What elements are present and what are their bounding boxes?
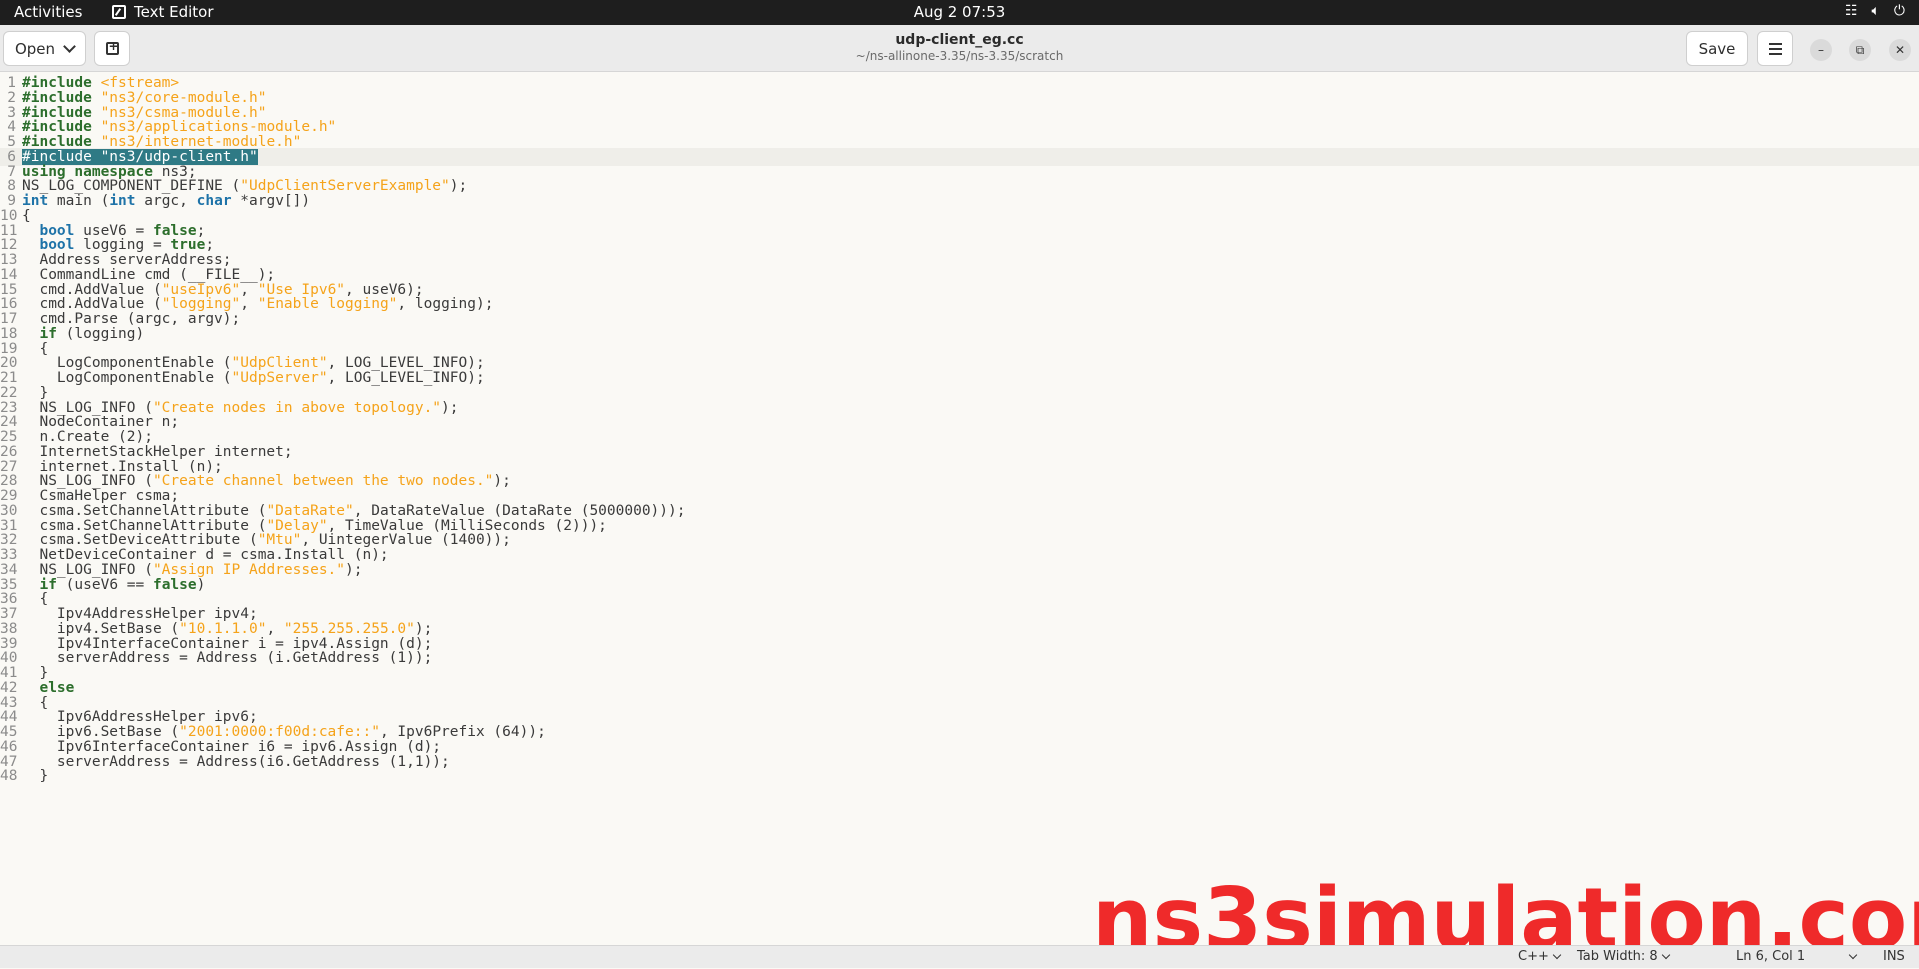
new-tab-icon xyxy=(105,39,119,55)
clock[interactable]: Aug 2 07:53 xyxy=(0,3,1919,21)
close-icon: ✕ xyxy=(1894,43,1906,57)
chevron-down-icon xyxy=(1848,950,1858,960)
save-button[interactable]: Save xyxy=(1686,31,1748,66)
app-name: Text Editor xyxy=(134,3,214,21)
header-bar: Open udp-client_eg.cc ~/ns-allinone-3.35… xyxy=(0,25,1919,72)
system-tray[interactable]: ☷ 🔈︎ ⏻ xyxy=(1845,3,1905,19)
restore-icon: ⧉ xyxy=(1855,42,1865,57)
cursor-position-label: Ln 6, Col 1 xyxy=(1736,949,1806,964)
insert-mode-label[interactable]: INS xyxy=(1883,949,1905,964)
open-button[interactable]: Open xyxy=(3,31,86,66)
file-name: udp-client_eg.cc xyxy=(895,32,1024,48)
text-editor-icon xyxy=(112,5,126,19)
maximize-button[interactable]: ⧉ xyxy=(1849,39,1871,61)
code-text[interactable]: } xyxy=(22,767,48,785)
minimize-button[interactable]: – xyxy=(1810,39,1832,61)
cursor-position-selector[interactable]: Ln 6, Col 1 xyxy=(1736,949,1858,964)
hamburger-icon xyxy=(1768,42,1782,45)
file-path: ~/ns-allinone-3.35/ns-3.35/scratch xyxy=(855,49,1064,63)
network-icon[interactable]: ☷ xyxy=(1845,3,1858,19)
activities-button[interactable]: Activities xyxy=(14,3,82,21)
main-menu-button[interactable] xyxy=(1757,31,1793,66)
chevron-down-icon xyxy=(1661,950,1670,960)
minimize-icon: – xyxy=(1818,43,1824,57)
line-number: 48 xyxy=(0,768,18,785)
chevron-down-icon xyxy=(1552,950,1562,960)
app-menu[interactable]: Text Editor xyxy=(112,3,214,21)
power-icon[interactable]: ⏻ xyxy=(1894,3,1905,19)
volume-icon[interactable]: 🔈︎ xyxy=(1872,3,1880,19)
language-selector[interactable]: C++ xyxy=(1518,949,1562,964)
code-line[interactable]: 48 } xyxy=(0,767,1919,785)
open-label: Open xyxy=(14,39,56,58)
status-bar: C++ Tab Width: 8 Ln 6, Col 1 INS xyxy=(0,945,1919,968)
new-tab-button[interactable] xyxy=(94,31,130,66)
gnome-top-bar: Activities Text Editor Aug 2 07:53 ☷ 🔈︎ … xyxy=(0,0,1919,25)
language-label: C++ xyxy=(1518,949,1549,964)
code-editor[interactable]: 1 #include <fstream> 2 #include "ns3/core-m… xyxy=(0,72,1919,945)
window-title: udp-client_eg.cc ~/ns-allinone-3.35/ns-3… xyxy=(0,32,1919,63)
tab-width-label: Tab Width: 8 xyxy=(1577,949,1658,964)
tab-width-selector[interactable]: Tab Width: 8 xyxy=(1577,949,1670,964)
chevron-down-icon xyxy=(63,40,76,53)
close-button[interactable]: ✕ xyxy=(1889,39,1911,61)
